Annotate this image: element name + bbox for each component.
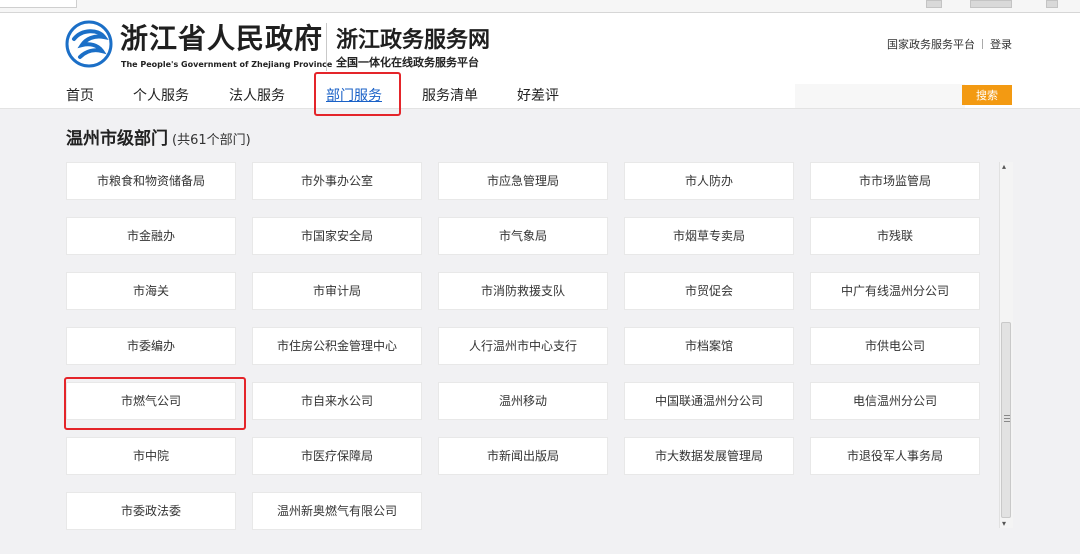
department-item[interactable]: 市应急管理局 [438, 162, 608, 200]
scrollbar[interactable]: ▴ ▾ [999, 162, 1013, 528]
department-item[interactable]: 市中院 [66, 437, 236, 475]
department-item[interactable]: 市大数据发展管理局 [624, 437, 794, 475]
department-item[interactable]: 市粮食和物资储备局 [66, 162, 236, 200]
search-button[interactable]: 搜索 [962, 85, 1012, 105]
scroll-up-icon[interactable]: ▴ [1002, 162, 1006, 171]
grip-icon [1004, 415, 1010, 422]
national-platform-link[interactable]: 国家政务服务平台 [887, 38, 975, 51]
scroll-thumb[interactable] [1001, 322, 1011, 518]
department-item[interactable]: 市海关 [66, 272, 236, 310]
department-item[interactable]: 市金融办 [66, 217, 236, 255]
department-item[interactable]: 市住房公积金管理中心 [252, 327, 422, 365]
department-item[interactable]: 温州移动 [438, 382, 608, 420]
link-separator [982, 39, 983, 49]
department-item[interactable]: 电信温州分公司 [810, 382, 980, 420]
zhejiang-emblem-icon[interactable] [64, 19, 114, 69]
department-item[interactable]: 市委政法委 [66, 492, 236, 530]
department-item[interactable]: 中国联通温州分公司 [624, 382, 794, 420]
portal-title: 浙江政务服务网 [336, 27, 491, 53]
section-heading: 温州市级部门 [66, 129, 168, 149]
department-item[interactable]: 市外事办公室 [252, 162, 422, 200]
browser-control[interactable] [970, 0, 1012, 8]
department-item[interactable]: 市国家安全局 [252, 217, 422, 255]
browser-control[interactable] [926, 0, 942, 8]
section-title: 温州市级部门 (共61个部门) [66, 124, 251, 149]
gov-title: 浙江省人民政府 [120, 22, 324, 55]
browser-control[interactable] [1046, 0, 1058, 8]
department-item[interactable]: 市人防办 [624, 162, 794, 200]
highlight-box-department [64, 377, 246, 430]
nav-legal-person-service[interactable]: 法人服务 [229, 85, 285, 105]
department-item[interactable]: 市市场监管局 [810, 162, 980, 200]
gov-subtitle: The People's Government of Zhejiang Prov… [121, 60, 333, 69]
department-item[interactable]: 市档案馆 [624, 327, 794, 365]
portal-subtitle: 全国一体化在线政务服务平台 [336, 56, 479, 69]
department-item[interactable]: 市贸促会 [624, 272, 794, 310]
department-item[interactable]: 中广有线温州分公司 [810, 272, 980, 310]
browser-top-strip [0, 0, 1080, 13]
department-item[interactable]: 市退役军人事务局 [810, 437, 980, 475]
browser-tab[interactable] [0, 0, 77, 8]
highlight-box-nav [314, 72, 401, 116]
department-item[interactable]: 市医疗保障局 [252, 437, 422, 475]
department-item[interactable]: 人行温州市中心支行 [438, 327, 608, 365]
department-item[interactable]: 市审计局 [252, 272, 422, 310]
site-header: 浙江省人民政府 The People's Government of Zheji… [0, 13, 1080, 81]
department-item[interactable]: 市新闻出版局 [438, 437, 608, 475]
main-nav: 首页 个人服务 法人服务 部门服务 服务清单 好差评 搜索 [0, 81, 1080, 109]
department-item[interactable]: 市消防救援支队 [438, 272, 608, 310]
department-item[interactable]: 市供电公司 [810, 327, 980, 365]
department-item[interactable]: 市气象局 [438, 217, 608, 255]
nav-personal-service[interactable]: 个人服务 [133, 85, 189, 105]
department-item[interactable]: 市残联 [810, 217, 980, 255]
department-count: (共61个部门) [172, 133, 251, 148]
header-divider [326, 23, 327, 71]
top-links: 国家政务服务平台 登录 [887, 36, 1012, 52]
search-input[interactable] [795, 84, 965, 108]
nav-review[interactable]: 好差评 [517, 85, 559, 105]
nav-home[interactable]: 首页 [66, 85, 94, 105]
department-item[interactable]: 市自来水公司 [252, 382, 422, 420]
department-item[interactable]: 温州新奥燃气有限公司 [252, 492, 422, 530]
department-item[interactable]: 市委编办 [66, 327, 236, 365]
nav-service-list[interactable]: 服务清单 [422, 85, 478, 105]
scroll-down-icon[interactable]: ▾ [1002, 519, 1006, 528]
department-item[interactable]: 市烟草专卖局 [624, 217, 794, 255]
login-link[interactable]: 登录 [990, 38, 1012, 51]
